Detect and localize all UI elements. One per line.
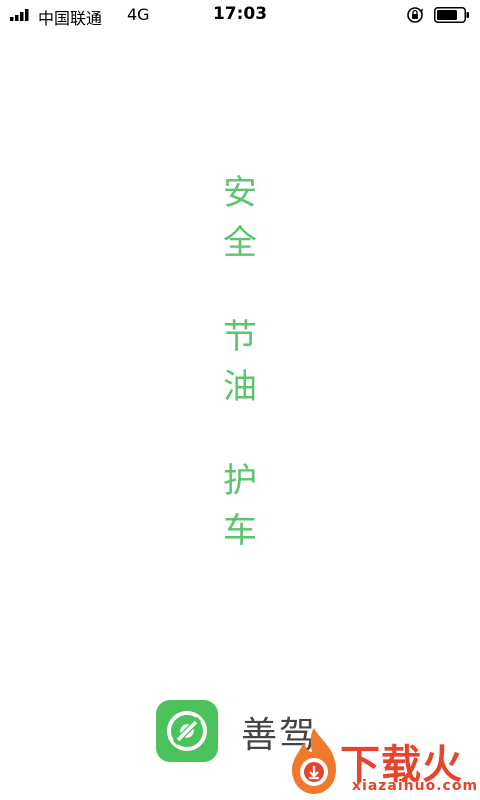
slogan-char: 油 — [223, 367, 257, 407]
slogan-char: 车 — [223, 511, 257, 551]
slogan-car-care: 护 车 — [0, 456, 480, 556]
watermark-url: xiazaihuo.com — [352, 778, 479, 794]
slogan-fuel-saving: 节 油 — [0, 312, 480, 412]
rotation-lock-icon — [407, 7, 423, 23]
slogan-char: 全 — [223, 223, 257, 263]
status-bar: 中国联通 4G 17:03 — [0, 0, 480, 32]
slogan-char: 护 — [223, 461, 257, 501]
slogan-char: 安 — [223, 173, 257, 213]
slogan-char: 节 — [223, 317, 257, 357]
slogan-safety: 安 全 — [0, 168, 480, 268]
app-logo-icon — [156, 700, 218, 762]
flame-logo-icon — [292, 728, 336, 794]
battery-icon — [434, 7, 469, 23]
slogan: 安 全 节 油 护 车 — [0, 168, 480, 600]
watermark: 下载火 xiazaihuo.com — [286, 726, 480, 800]
